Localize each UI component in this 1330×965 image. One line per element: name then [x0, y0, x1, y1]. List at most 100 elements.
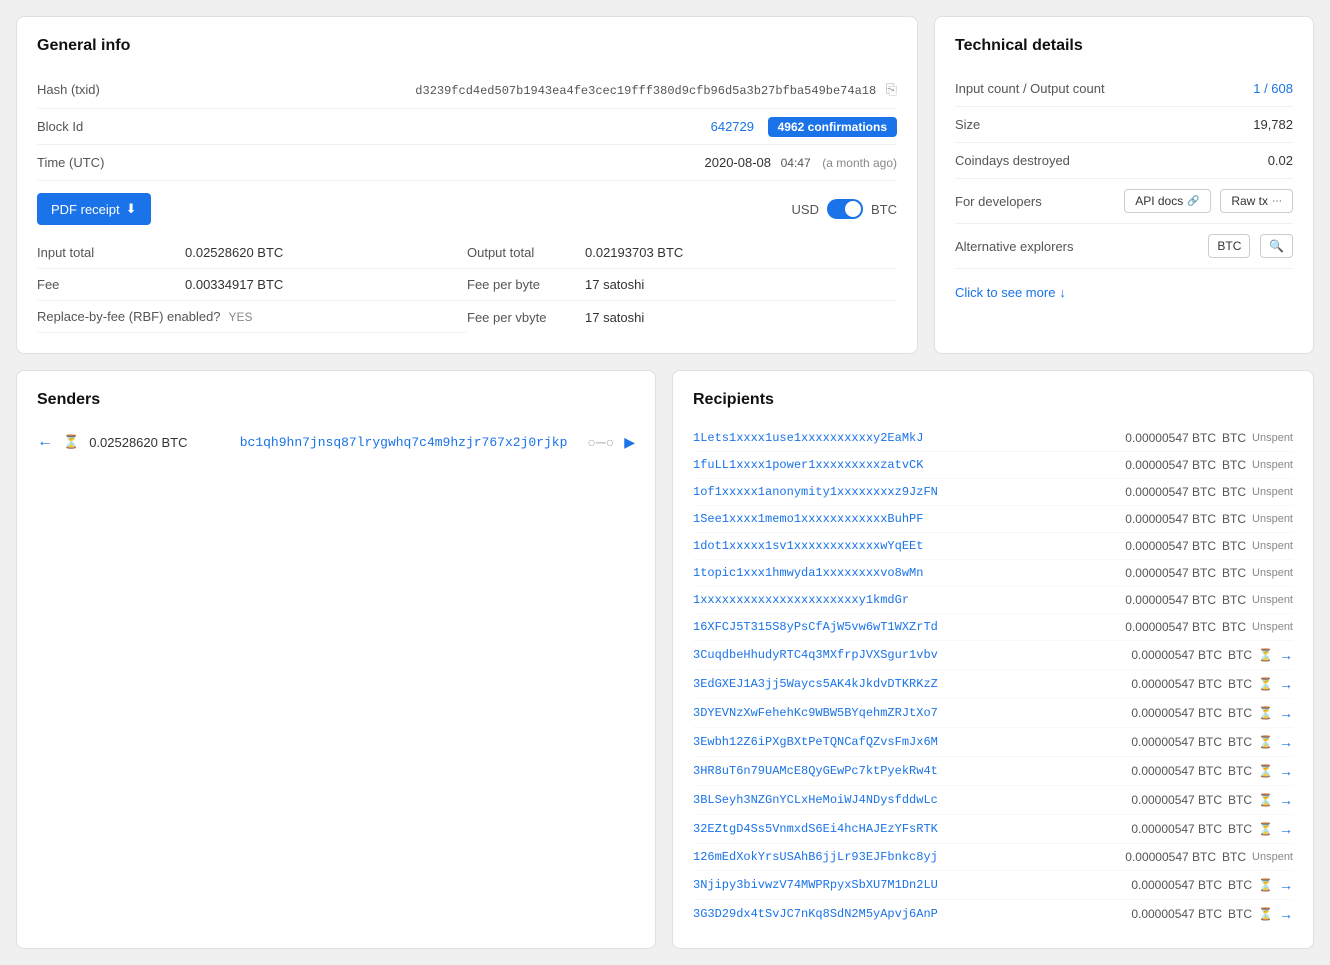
input-total-label: Input total [37, 245, 177, 260]
bottom-section: Senders ← ⏳ 0.02528620 BTC bc1qh9hn7jnsq… [16, 370, 1314, 949]
recipient-address[interactable]: 3HR8uT6n79UAMcE8QyGEwPc7ktPyekRw4t [693, 764, 938, 778]
clock-spent-icon[interactable]: ⏳ [1258, 677, 1273, 691]
click-to-see-more-link[interactable]: Click to see more ↓ [955, 285, 1066, 300]
recipient-amount: 0.00000547 BTC [1125, 566, 1216, 580]
arrow-right-blue-icon[interactable]: → [1279, 734, 1293, 750]
recipient-address[interactable]: 3BLSeyh3NZGnYCLxHeMoiWJ4NDysfddwLc [693, 793, 938, 807]
recipient-address[interactable]: 1See1xxxx1memo1xxxxxxxxxxxxBuhPF [693, 512, 923, 526]
api-docs-label: API docs [1135, 194, 1183, 208]
click-more-label: Click to see more [955, 285, 1055, 300]
recipient-row: 1fuLL1xxxx1power1xxxxxxxxxzatvCK 0.00000… [693, 452, 1293, 479]
recipient-address[interactable]: 1topic1xxx1hmwyda1xxxxxxxxvo8wMn [693, 566, 923, 580]
time-hm: 04:47 [781, 156, 811, 170]
for-developers-row: For developers API docs 🔗 Raw tx ⋯ [955, 179, 1293, 224]
recipient-amount: 0.00000547 BTC [1131, 764, 1222, 778]
recipient-amount: 0.00000547 BTC [1131, 878, 1222, 892]
recipient-row: 1Lets1xxxx1use1xxxxxxxxxxy2EaMkJ 0.00000… [693, 425, 1293, 452]
clock-spent-icon[interactable]: ⏳ [1258, 706, 1273, 720]
fee-row: Fee 0.00334917 BTC [37, 269, 467, 301]
circle-alt-button[interactable]: 🔍 [1260, 234, 1293, 258]
recipient-address[interactable]: 1dot1xxxxx1sv1xxxxxxxxxxxxwYqEEt [693, 539, 923, 553]
clock-spent-icon[interactable]: ⏳ [1258, 878, 1273, 892]
recipient-amount: 0.00000547 BTC [1125, 539, 1216, 553]
recipient-row: 3HR8uT6n79UAMcE8QyGEwPc7ktPyekRw4t 0.000… [693, 757, 1293, 786]
arrow-right-blue-icon[interactable]: → [1279, 792, 1293, 808]
recipient-amount: 0.00000547 BTC [1125, 431, 1216, 445]
block-id-link[interactable]: 642729 [711, 119, 754, 134]
recipient-amount: 0.00000547 BTC [1131, 648, 1222, 662]
unspent-badge: Unspent [1252, 851, 1293, 863]
arrow-right-blue-icon[interactable]: → [1279, 705, 1293, 721]
clock-spent-icon[interactable]: ⏳ [1258, 735, 1273, 749]
hash-label: Hash (txid) [37, 82, 177, 97]
recipients-title: Recipients [693, 391, 1293, 409]
recipients-card: Recipients 1Lets1xxxx1use1xxxxxxxxxxy2Ea… [672, 370, 1314, 949]
recipient-address[interactable]: 3DYEVNzXwFehehKc9WBW5BYqehmZRJtXo7 [693, 706, 938, 720]
copy-icon[interactable]: ⎘ [886, 81, 897, 97]
recipient-row: 3DYEVNzXwFehehKc9WBW5BYqehmZRJtXo7 0.000… [693, 699, 1293, 728]
btc-unit: BTC [1228, 677, 1252, 691]
btc-alt-button[interactable]: BTC [1208, 234, 1250, 258]
clock-spent-icon[interactable]: ⏳ [1258, 907, 1273, 921]
arrow-right-blue-icon[interactable]: → [1279, 821, 1293, 837]
fee-per-byte-value: 17 satoshi [585, 277, 644, 292]
clock-spent-icon[interactable]: ⏳ [1258, 822, 1273, 836]
currency-toggle[interactable] [827, 199, 863, 219]
coindays-label: Coindays destroyed [955, 153, 1070, 168]
block-id-label: Block Id [37, 119, 177, 134]
recipient-address[interactable]: 3Ewbh12Z6iPXgBXtPeTQNCafQZvsFmJx6M [693, 735, 938, 749]
recipient-address[interactable]: 16XFCJ5T315S8yPsCfAjW5vw6wT1WXZrTd [693, 620, 938, 634]
input-total-row: Input total 0.02528620 BTC [37, 237, 467, 269]
fee-label: Fee [37, 277, 177, 292]
recipient-address[interactable]: 3CuqdbeHhudyRTC4q3MXfrpJVXSgur1vbv [693, 648, 938, 662]
toggle-knob [845, 201, 861, 217]
recipient-amount: 0.00000547 BTC [1125, 485, 1216, 499]
btc-unit: BTC [1228, 764, 1252, 778]
unspent-badge: Unspent [1252, 459, 1293, 471]
api-docs-button[interactable]: API docs 🔗 [1124, 189, 1210, 213]
input-output-label: Input count / Output count [955, 81, 1105, 96]
arrow-right-blue-icon[interactable]: → [1279, 906, 1293, 922]
recipient-address[interactable]: 32EZtgD4Ss5VnmxdS6Ei4hcHAJEzYFsRTK [693, 822, 938, 836]
for-developers-label: For developers [955, 194, 1042, 209]
recipient-row: 3BLSeyh3NZGnYCLxHeMoiWJ4NDysfddwLc 0.000… [693, 786, 1293, 815]
block-id-row: Block Id 642729 4962 confirmations [37, 109, 897, 145]
clock-spent-icon[interactable]: ⏳ [1258, 793, 1273, 807]
arrow-right-blue-icon[interactable]: → [1279, 877, 1293, 893]
fee-per-vbyte-value: 17 satoshi [585, 310, 644, 325]
recipient-address[interactable]: 1Lets1xxxx1use1xxxxxxxxxxy2EaMkJ [693, 431, 923, 445]
recipient-amount: 0.00000547 BTC [1125, 458, 1216, 472]
recipient-address[interactable]: 126mEdXokYrsUSAhB6jjLr93EJFbnkc8yj [693, 850, 938, 864]
unspent-badge: Unspent [1252, 621, 1293, 633]
btc-unit: BTC [1228, 907, 1252, 921]
clock-spent-icon[interactable]: ⏳ [1258, 764, 1273, 778]
recipient-row: 1of1xxxxx1anonymity1xxxxxxxxz9JzFN 0.000… [693, 479, 1293, 506]
arrow-right-blue-icon[interactable]: → [1279, 763, 1293, 779]
size-value: 19,782 [1253, 117, 1293, 132]
sender-address[interactable]: bc1qh9hn7jnsq87lrygwhq7c4m9hzjr767x2j0rj… [240, 435, 568, 450]
hash-row: Hash (txid) d3239fcd4ed507b1943ea4fe3cec… [37, 71, 897, 109]
recipient-row: 1dot1xxxxx1sv1xxxxxxxxxxxxwYqEEt 0.00000… [693, 533, 1293, 560]
fee-per-byte-label: Fee per byte [467, 277, 577, 292]
arrow-right-blue-icon[interactable]: → [1279, 647, 1293, 663]
recipient-address[interactable]: 1fuLL1xxxx1power1xxxxxxxxxzatvCK [693, 458, 923, 472]
clock-spent-icon[interactable]: ⏳ [1258, 648, 1273, 662]
recipient-row: 3Ewbh12Z6iPXgBXtPeTQNCafQZvsFmJx6M 0.000… [693, 728, 1293, 757]
unspent-badge: Unspent [1252, 513, 1293, 525]
raw-tx-button[interactable]: Raw tx ⋯ [1220, 189, 1293, 213]
currency-toggle-group: USD BTC [792, 199, 897, 219]
btc-unit: BTC [1228, 648, 1252, 662]
recipient-row: 16XFCJ5T315S8yPsCfAjW5vw6wT1WXZrTd 0.000… [693, 614, 1293, 641]
recipients-list: 1Lets1xxxx1use1xxxxxxxxxxy2EaMkJ 0.00000… [693, 425, 1293, 928]
recipient-amount: 0.00000547 BTC [1125, 850, 1216, 864]
technical-details-card: Technical details Input count / Output c… [934, 16, 1314, 354]
arrow-connector-icon: ▶ [624, 434, 635, 451]
arrow-right-blue-icon[interactable]: → [1279, 676, 1293, 692]
recipient-address[interactable]: 1of1xxxxx1anonymity1xxxxxxxxz9JzFN [693, 485, 938, 499]
recipient-address[interactable]: 3G3D29dx4tSvJC7nKq8SdN2M5yApvj6AnP [693, 907, 938, 921]
recipient-address[interactable]: 3Njipy3bivwzV74MWPRpyxSbXU7M1Dn2LU [693, 878, 938, 892]
recipient-address[interactable]: 3EdGXEJ1A3jj5Waycs5AK4kJkdvDTKRKzZ [693, 677, 938, 691]
output-total-row: Output total 0.02193703 BTC [467, 237, 897, 269]
pdf-receipt-button[interactable]: PDF receipt ⬇ [37, 193, 151, 225]
recipient-address[interactable]: 1xxxxxxxxxxxxxxxxxxxxxxy1kmdGr [693, 593, 909, 607]
